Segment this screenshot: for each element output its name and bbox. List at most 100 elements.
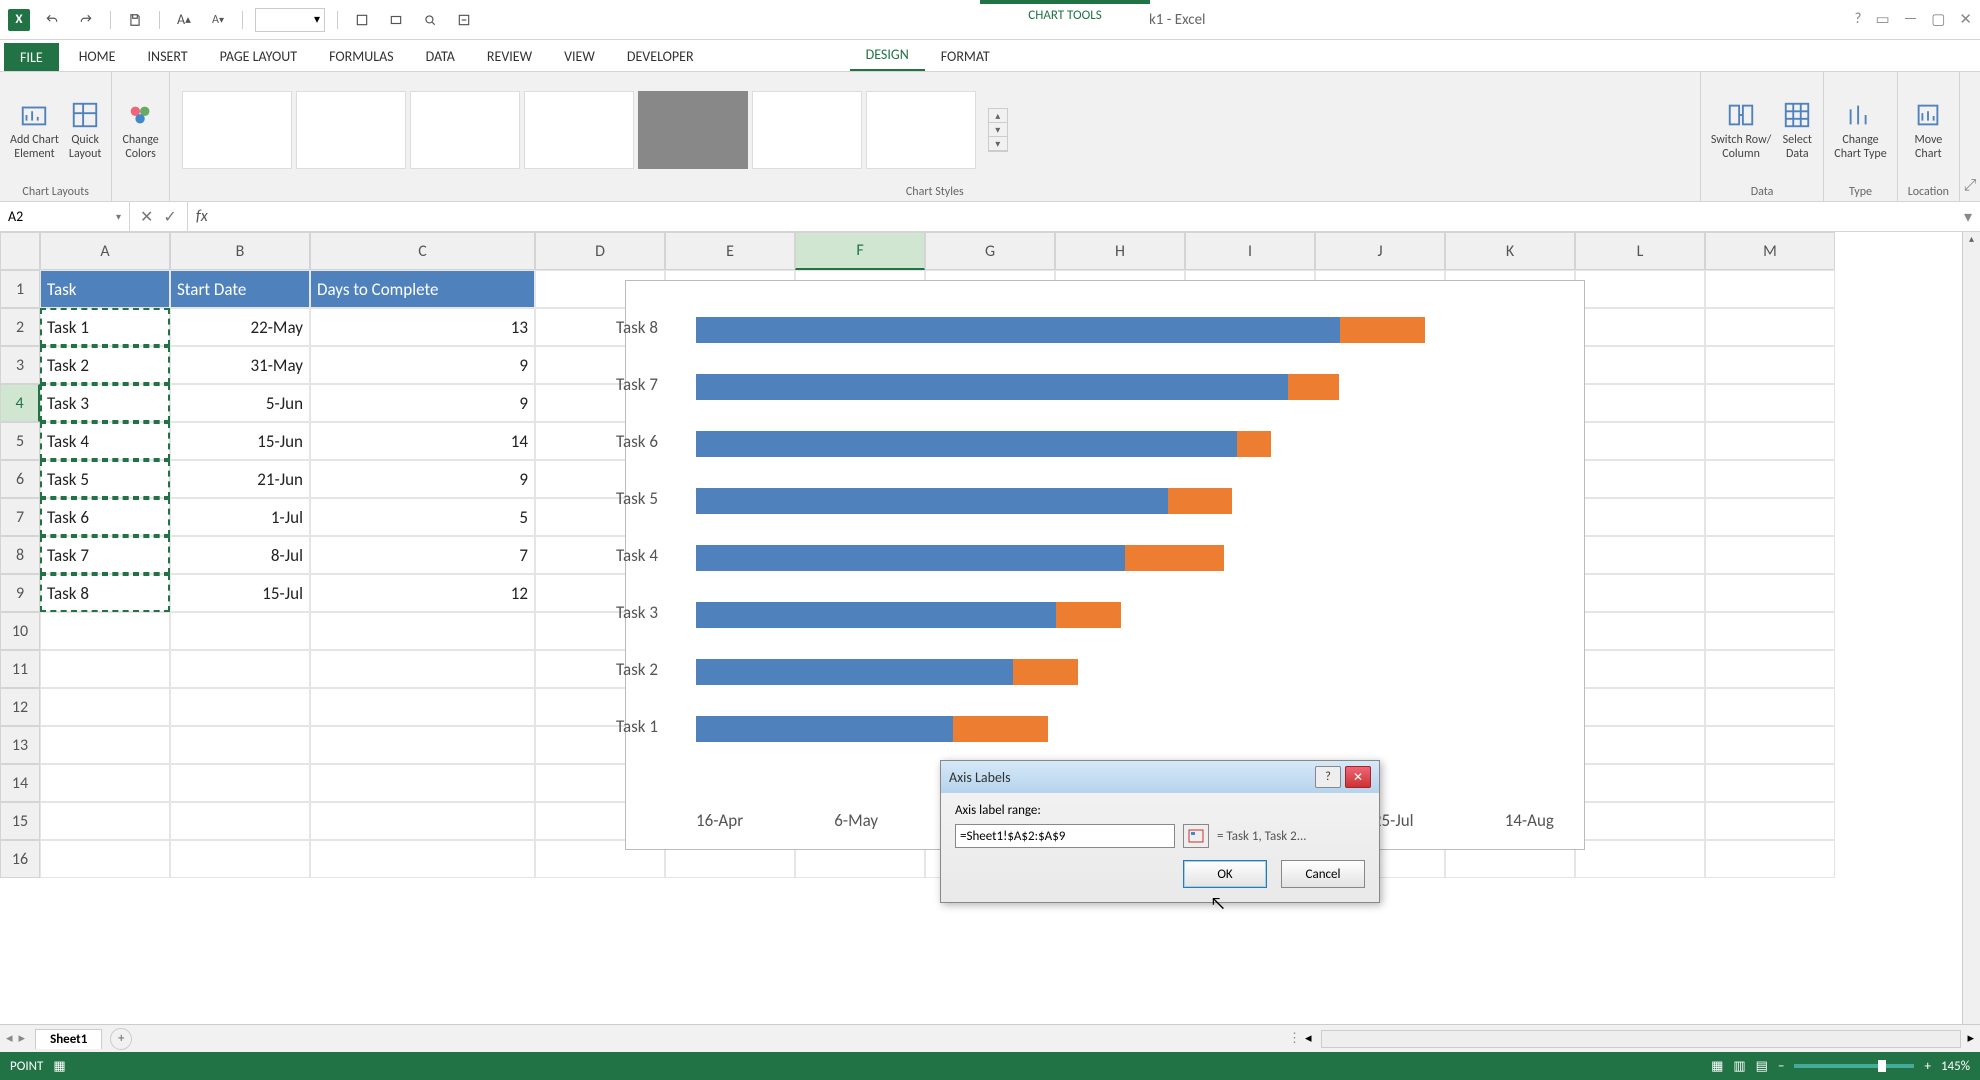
cell[interactable]	[1575, 498, 1705, 536]
cell[interactable]: 9	[310, 460, 535, 498]
cell[interactable]	[1575, 422, 1705, 460]
cell[interactable]	[170, 840, 310, 878]
cell[interactable]	[310, 688, 535, 726]
column-header[interactable]: I	[1185, 232, 1315, 270]
column-header[interactable]: G	[925, 232, 1055, 270]
cell[interactable]: 22-May	[170, 308, 310, 346]
cell[interactable]	[310, 612, 535, 650]
row-header[interactable]: 11	[0, 650, 40, 688]
chart-bar-row[interactable]: Task 1	[696, 700, 1554, 757]
cell[interactable]	[40, 612, 170, 650]
ribbon-display-button[interactable]: ▭	[1875, 10, 1889, 29]
cell[interactable]: 14	[310, 422, 535, 460]
chart-bar-row[interactable]: Task 3	[696, 586, 1554, 643]
cell[interactable]	[1705, 650, 1835, 688]
spreadsheet-grid[interactable]: ABCDEFGHIJKLM1TaskStart DateDays to Comp…	[0, 232, 1980, 1024]
zoom-slider[interactable]	[1794, 1064, 1914, 1068]
cell[interactable]	[40, 840, 170, 878]
cell[interactable]: 31-May	[170, 346, 310, 384]
range-selector-button[interactable]	[1183, 824, 1209, 848]
chart-bar-row[interactable]: Task 6	[696, 415, 1554, 472]
column-header[interactable]: A	[40, 232, 170, 270]
cell[interactable]: Start Date	[170, 270, 310, 308]
cell[interactable]	[310, 650, 535, 688]
cell[interactable]	[1575, 574, 1705, 612]
dialog-help-button[interactable]: ?	[1315, 766, 1341, 788]
cell[interactable]: 5-Jun	[170, 384, 310, 422]
cell[interactable]: 15-Jun	[170, 422, 310, 460]
view-page-layout-button[interactable]: ▥	[1733, 1059, 1745, 1074]
cell[interactable]: Task 1	[40, 308, 170, 346]
cell[interactable]: Task 7	[40, 536, 170, 574]
cell[interactable]	[310, 726, 535, 764]
row-header[interactable]: 1	[0, 270, 40, 308]
macro-record-icon[interactable]: ▦	[53, 1059, 65, 1074]
cell[interactable]	[1705, 536, 1835, 574]
cell[interactable]	[170, 764, 310, 802]
sheet-next-button[interactable]: ▸	[19, 1031, 26, 1046]
sheet-tab-sheet1[interactable]: Sheet1	[35, 1029, 102, 1049]
change-colors-button[interactable]: Change Colors	[122, 99, 158, 161]
row-header[interactable]: 3	[0, 346, 40, 384]
name-box[interactable]: A2	[0, 202, 130, 231]
qat-btn-4[interactable]	[452, 8, 476, 32]
cell[interactable]	[1705, 840, 1835, 878]
cell[interactable]	[1575, 270, 1705, 308]
row-header[interactable]: 5	[0, 422, 40, 460]
row-header[interactable]: 2	[0, 308, 40, 346]
tab-page-layout[interactable]: PAGE LAYOUT	[204, 42, 313, 71]
chart-style-gallery[interactable]	[180, 89, 978, 171]
quick-layout-button[interactable]: Quick Layout	[69, 99, 102, 161]
tab-format[interactable]: FORMAT	[925, 42, 1006, 71]
row-header[interactable]: 4	[0, 384, 40, 422]
style-thumb[interactable]	[866, 91, 976, 169]
cell[interactable]	[40, 726, 170, 764]
row-header[interactable]: 16	[0, 840, 40, 878]
cell[interactable]: 1-Jul	[170, 498, 310, 536]
row-header[interactable]: 7	[0, 498, 40, 536]
font-size-dropdown[interactable]: ▾	[255, 8, 325, 32]
cell[interactable]	[1705, 764, 1835, 802]
hscroll-right[interactable]: ▸	[1967, 1031, 1974, 1046]
cell[interactable]	[1705, 612, 1835, 650]
column-header[interactable]: H	[1055, 232, 1185, 270]
cell[interactable]: 9	[310, 384, 535, 422]
row-header[interactable]: 14	[0, 764, 40, 802]
zoom-out-button[interactable]: −	[1778, 1059, 1784, 1074]
vertical-scrollbar[interactable]: ▴	[1962, 232, 1980, 1024]
save-button[interactable]	[123, 8, 147, 32]
cell[interactable]	[40, 764, 170, 802]
cell[interactable]	[1705, 346, 1835, 384]
chart-bar-row[interactable]: Task 5	[696, 472, 1554, 529]
cell[interactable]: Task 6	[40, 498, 170, 536]
cell[interactable]	[170, 802, 310, 840]
zoom-level[interactable]: 145%	[1941, 1059, 1970, 1074]
cell[interactable]	[170, 650, 310, 688]
undo-button[interactable]	[40, 8, 64, 32]
chart-bar-row[interactable]: Task 4	[696, 529, 1554, 586]
cell[interactable]	[40, 688, 170, 726]
change-chart-type-button[interactable]: Change Chart Type	[1834, 99, 1886, 161]
cell[interactable]: 8-Jul	[170, 536, 310, 574]
qat-btn-1[interactable]	[350, 8, 374, 32]
row-header[interactable]: 8	[0, 536, 40, 574]
cell[interactable]	[1575, 726, 1705, 764]
cell[interactable]	[1705, 574, 1835, 612]
style-thumb[interactable]	[752, 91, 862, 169]
enter-formula-button[interactable]: ✓	[163, 207, 176, 227]
cell[interactable]	[1705, 308, 1835, 346]
style-thumb[interactable]	[410, 91, 520, 169]
cell[interactable]	[1705, 802, 1835, 840]
cell[interactable]	[1575, 384, 1705, 422]
row-header[interactable]: 6	[0, 460, 40, 498]
add-chart-element-button[interactable]: Add Chart Element	[10, 99, 59, 161]
cell[interactable]	[1575, 802, 1705, 840]
axis-range-input[interactable]	[955, 824, 1175, 848]
tab-insert[interactable]: INSERT	[132, 42, 204, 71]
tab-view[interactable]: VIEW	[548, 42, 611, 71]
cell[interactable]	[40, 802, 170, 840]
column-header[interactable]: M	[1705, 232, 1835, 270]
cell[interactable]: Task	[40, 270, 170, 308]
column-header[interactable]: D	[535, 232, 665, 270]
gallery-scroll[interactable]: ▴▾▾	[988, 108, 1008, 152]
